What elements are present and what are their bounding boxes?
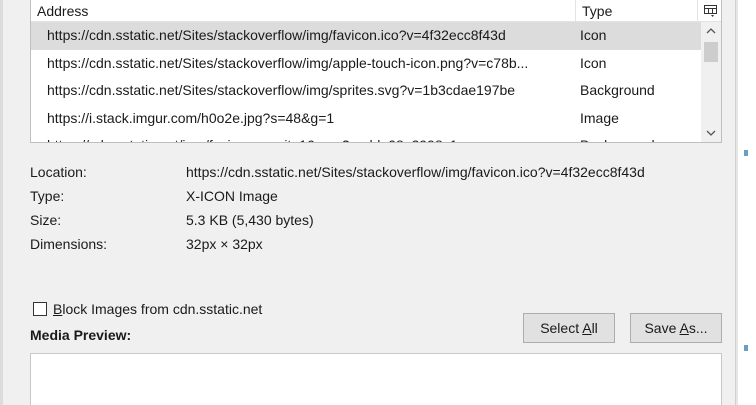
select-all-accel: A: [582, 320, 592, 336]
cell-type: Background: [580, 82, 655, 98]
location-value: https://cdn.sstatic.net/Sites/stackoverf…: [186, 164, 645, 180]
cell-type: Image: [580, 109, 619, 126]
media-preview-area: [30, 353, 722, 405]
location-label: Location:: [30, 164, 87, 180]
cell-type: Background: [580, 132, 698, 142]
accent-tick: [744, 345, 748, 351]
cell-address: https://cdn.sstatic.net/Sites/stackoverf…: [47, 27, 506, 43]
window-left-edge: [0, 0, 3, 405]
cell-address: https://i.stack.imgur.com/h0o2e.jpg?s=48…: [47, 109, 335, 126]
column-header-type[interactable]: Type: [576, 0, 698, 22]
column-picker-icon[interactable]: [698, 0, 721, 22]
chevron-down-icon[interactable]: [701, 124, 721, 142]
select-all-button[interactable]: Select All: [523, 313, 615, 343]
size-label: Size:: [30, 212, 62, 228]
save-as-button[interactable]: Save As...: [630, 313, 722, 343]
dimensions-label: Dimensions:: [30, 236, 108, 252]
list-scrollbar[interactable]: [701, 22, 721, 142]
column-header-address[interactable]: Address: [31, 0, 576, 22]
select-all-label-pre: Select: [540, 320, 583, 336]
save-as-accel: A: [679, 320, 689, 336]
scrollbar-thumb[interactable]: [704, 42, 718, 62]
block-images-checkbox[interactable]: [33, 302, 47, 316]
save-as-label-post: s...: [688, 320, 708, 336]
type-label: Type:: [30, 188, 65, 204]
table-row[interactable]: https://cdn.sstatic.net/Sites/stackoverf…: [31, 77, 701, 105]
cell-address: https://cdn.sstatic.net/img/favicons-spr…: [47, 132, 567, 142]
chevron-up-icon[interactable]: [701, 22, 721, 40]
accent-tick: [744, 150, 748, 156]
media-list[interactable]: Address Type https://cdn.sstatic.net/Sit…: [30, 0, 722, 143]
table-row[interactable]: https://i.stack.imgur.com/h0o2e.jpg?s=48…: [31, 105, 701, 133]
cell-type: Icon: [580, 27, 607, 43]
table-row[interactable]: https://cdn.sstatic.net/img/favicons-spr…: [31, 132, 701, 142]
select-all-label-post: ll: [591, 320, 598, 336]
block-images-option[interactable]: Block Images from cdn.sstatic.net: [33, 299, 262, 319]
media-preview-label: Media Preview:: [30, 327, 132, 343]
size-value: 5.3 KB (5,430 bytes): [186, 212, 314, 228]
table-row[interactable]: https://cdn.sstatic.net/Sites/stackoverf…: [31, 22, 701, 50]
block-images-accel: B: [53, 301, 63, 317]
block-images-text: lock Images from cdn.sstatic.net: [62, 301, 263, 317]
cell-address: https://cdn.sstatic.net/Sites/stackoverf…: [47, 82, 516, 98]
cell-type: Icon: [580, 54, 607, 71]
list-body: https://cdn.sstatic.net/Sites/stackoverf…: [31, 22, 701, 142]
type-value: X-ICON Image: [186, 188, 278, 204]
dimensions-value: 32px × 32px: [186, 236, 263, 252]
block-images-label[interactable]: Block Images from cdn.sstatic.net: [53, 301, 262, 317]
table-row[interactable]: https://cdn.sstatic.net/Sites/stackoverf…: [31, 50, 701, 78]
list-header: Address Type: [31, 0, 721, 22]
cell-address: https://cdn.sstatic.net/Sites/stackoverf…: [47, 54, 529, 71]
background-window-strip: [738, 0, 756, 405]
save-as-label-pre: Save: [644, 320, 680, 336]
